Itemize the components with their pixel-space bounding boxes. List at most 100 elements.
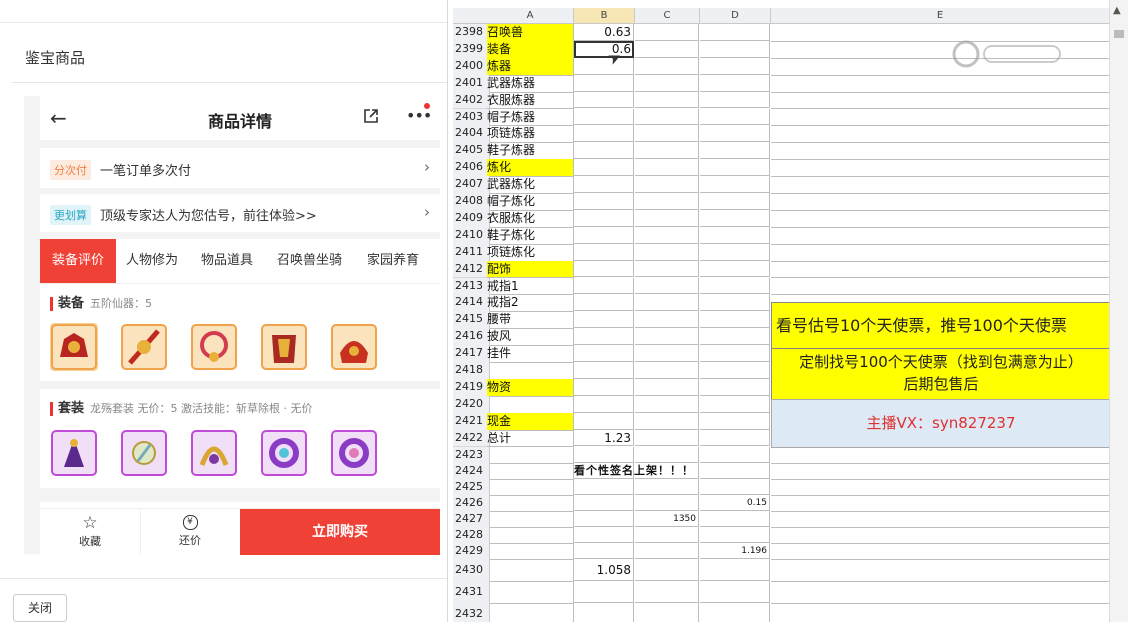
cell-d[interactable] (700, 243, 770, 261)
cell-e[interactable] (771, 277, 1110, 296)
cell-b[interactable] (574, 260, 634, 278)
cell-b[interactable] (574, 277, 634, 295)
cell-a[interactable]: 鞋子炼器 (487, 142, 574, 161)
cell-a[interactable]: 武器炼化 (487, 176, 574, 194)
cell-d[interactable] (700, 277, 770, 295)
cell-c[interactable] (635, 57, 699, 75)
cell-c[interactable] (635, 74, 699, 92)
cell-a[interactable]: 炼器 (487, 57, 574, 76)
cell-b[interactable]: 0.63 (574, 24, 634, 41)
cell-c[interactable] (635, 159, 699, 177)
cell-b[interactable] (574, 446, 634, 464)
row-header[interactable]: 2400 (453, 57, 490, 76)
row-header[interactable]: 2430 (453, 559, 490, 583)
row-header[interactable]: 2410 (453, 226, 490, 245)
cell-c[interactable] (635, 260, 699, 278)
cell-c[interactable] (635, 479, 699, 496)
cell-d[interactable] (700, 57, 770, 75)
cell-b[interactable] (574, 74, 634, 92)
row-header[interactable]: 2399 (453, 40, 490, 59)
cell-b[interactable] (574, 311, 634, 329)
cell-c[interactable] (635, 527, 699, 544)
cell-a[interactable]: 物资 (487, 378, 574, 397)
row-header[interactable]: 2407 (453, 176, 490, 194)
row-header[interactable]: 2423 (453, 446, 490, 465)
cell-a[interactable]: 炼化 (487, 159, 574, 178)
cell-d[interactable] (700, 581, 770, 604)
row-header[interactable]: 2408 (453, 193, 490, 211)
banner-contact[interactable]: 主播VX：syn827237 (771, 399, 1111, 448)
cell-a[interactable]: 帽子炼器 (487, 108, 574, 127)
cell-a[interactable]: 现金 (487, 412, 574, 431)
appraise-row[interactable]: 更划算 顶级专家达人为您估号，前往体验>> › (40, 196, 440, 232)
cell-c[interactable] (635, 294, 699, 312)
column-header-b[interactable]: B (574, 8, 635, 24)
suit-charm-icon[interactable] (120, 429, 168, 477)
cell-d[interactable] (700, 412, 770, 430)
cell-d[interactable] (700, 125, 770, 143)
row-header[interactable]: 2412 (453, 260, 490, 279)
cell-d[interactable] (700, 108, 770, 126)
cell-e[interactable] (771, 193, 1110, 211)
cell-d[interactable] (700, 527, 770, 544)
cell-c[interactable] (635, 226, 699, 244)
cell-a[interactable]: 衣服炼器 (487, 91, 574, 110)
cell-d[interactable] (700, 193, 770, 210)
cell-c[interactable] (635, 91, 699, 109)
cell-e[interactable] (771, 260, 1110, 279)
vertical-scrollbar[interactable]: ▲ (1109, 0, 1128, 622)
cell-e[interactable] (771, 479, 1110, 497)
cell-d[interactable]: 1.196 (700, 543, 770, 560)
cell-e[interactable] (771, 142, 1110, 161)
cell-b[interactable] (574, 603, 634, 622)
cell-a[interactable] (487, 581, 574, 605)
cell-a[interactable]: 挂件 (487, 345, 574, 363)
cell-c[interactable] (635, 311, 699, 329)
row-header[interactable]: 2417 (453, 345, 490, 363)
cell-d[interactable] (700, 74, 770, 92)
cell-d[interactable] (700, 446, 770, 464)
cell-b[interactable] (574, 581, 634, 604)
cell-e[interactable] (771, 543, 1110, 561)
cell-c[interactable] (635, 345, 699, 362)
cell-d[interactable]: 0.15 (700, 495, 770, 512)
cell-c[interactable] (635, 395, 699, 413)
row-header[interactable]: 2414 (453, 294, 490, 313)
scrollbar-thumb[interactable] (1114, 30, 1124, 38)
cell-e[interactable] (771, 125, 1110, 144)
suit-ring-icon[interactable] (330, 429, 378, 477)
cell-d[interactable] (700, 91, 770, 109)
cell-a[interactable]: 配饰 (487, 260, 574, 279)
column-header-d[interactable]: D (700, 8, 771, 24)
equipment-helmet-icon[interactable] (50, 323, 98, 371)
equipment-necklace-icon[interactable] (190, 323, 238, 371)
cell-c[interactable] (635, 193, 699, 210)
cell-c[interactable] (635, 603, 699, 622)
cell-a[interactable] (487, 446, 574, 465)
cell-e[interactable] (771, 91, 1110, 110)
close-button[interactable]: 关闭 (13, 594, 67, 622)
corner-cell[interactable] (453, 8, 488, 24)
cell-b[interactable] (574, 209, 634, 227)
row-header[interactable]: 2427 (453, 511, 490, 529)
cell-a[interactable]: 戒指1 (487, 277, 574, 296)
cell-b[interactable] (574, 108, 634, 126)
cell-a[interactable] (487, 479, 574, 497)
cell-d[interactable] (700, 362, 770, 379)
cell-c[interactable] (635, 446, 699, 464)
cell-b[interactable] (574, 57, 634, 75)
cell-d[interactable] (700, 24, 770, 41)
cell-e[interactable] (771, 226, 1110, 245)
cell-a[interactable]: 腰带 (487, 311, 574, 330)
cell-a[interactable] (487, 603, 574, 622)
row-header[interactable]: 2425 (453, 479, 490, 497)
cell-c[interactable] (635, 543, 699, 560)
tab-items[interactable]: 物品道具 (201, 239, 253, 283)
buy-now-button[interactable]: 立即购买 (240, 509, 440, 555)
cell-c[interactable] (635, 142, 699, 160)
cell-c[interactable]: 1350 (635, 511, 699, 528)
row-header[interactable]: 2424 (453, 463, 490, 481)
cell-b[interactable] (574, 378, 634, 396)
row-header[interactable]: 2415 (453, 311, 490, 330)
cell-e[interactable] (771, 603, 1110, 622)
